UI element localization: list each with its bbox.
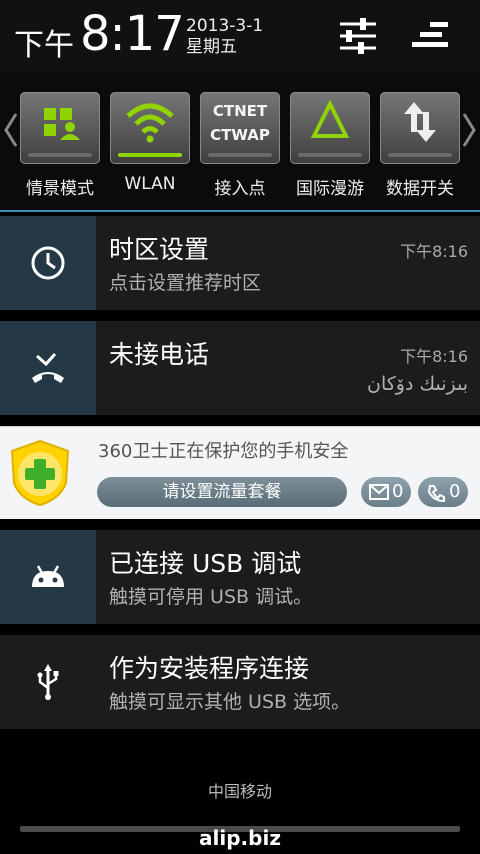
toggle-label-roaming: 国际漫游 [296, 179, 364, 199]
apn-line2: CTWAP [210, 126, 270, 144]
notification-time: 下午8:16 [400, 242, 468, 261]
toggle-apn[interactable]: CTNET CTWAP [200, 92, 280, 164]
notification-missed-call[interactable]: 未接电话 بىزنىك دۆكان 下午8:16 [0, 321, 480, 415]
notification-usb-installer[interactable]: 作为安装程序连接 触摸可显示其他 USB 选项。 [0, 635, 480, 729]
security-title: 360卫士正在保护您的手机安全 [98, 441, 349, 462]
quick-toggles: 情景模式 WLAN CTNET CTWAP 接入点 国际漫游 数据开关 [0, 72, 480, 212]
toggle-wlan[interactable] [110, 92, 190, 164]
carrier-label: 中国移动 [207, 782, 272, 801]
toggle-profile-mode[interactable] [20, 92, 100, 164]
notification-subtitle: بىزنىك دۆكان [366, 373, 468, 395]
missed-call-icon [32, 352, 64, 383]
notification-time: 下午8:16 [400, 347, 468, 366]
toggle-label-data: 数据开关 [386, 179, 454, 199]
notification-title: 未接电话 [109, 340, 210, 369]
settings-sliders-button[interactable] [338, 16, 378, 56]
call-count: 0 [449, 481, 461, 502]
notification-usb-debugging[interactable]: 已连接 USB 调试 触摸可停用 USB 调试。 [0, 530, 480, 624]
notification-title: 已连接 USB 调试 [109, 549, 302, 578]
usb-icon [37, 664, 59, 700]
android-icon [32, 565, 64, 587]
notification-title: 时区设置 [109, 235, 210, 264]
call-count-badge[interactable]: 0 [418, 477, 468, 507]
date-text: 2013-3-1 [186, 16, 264, 36]
notification-subtitle: 触摸可停用 USB 调试。 [109, 586, 313, 608]
scroll-left-icon[interactable] [4, 112, 18, 148]
notification-subtitle: 触摸可显示其他 USB 选项。 [109, 691, 351, 713]
notification-360-security[interactable]: 360卫士正在保护您的手机安全 请设置流量套餐 0 0 [0, 426, 480, 519]
separator-line [0, 210, 480, 212]
clear-notifications-button[interactable] [408, 20, 452, 52]
toggle-label-profile: 情景模式 [26, 179, 94, 199]
set-data-plan-button[interactable]: 请设置流量套餐 [97, 477, 347, 507]
sms-icon [369, 484, 389, 500]
scroll-right-icon[interactable] [462, 112, 476, 148]
sms-count: 0 [392, 481, 404, 502]
weekday-text: 星期五 [186, 37, 237, 57]
phone-icon [427, 485, 445, 502]
date-block: 2013-3-1 星期五 [186, 16, 263, 58]
toggle-roaming[interactable] [290, 92, 370, 164]
sms-count-badge[interactable]: 0 [361, 477, 411, 507]
clock-icon [31, 246, 65, 280]
toggle-label-apn: 接入点 [214, 179, 266, 199]
watermark-text: alip.biz [199, 826, 281, 850]
360-logo-icon [10, 439, 70, 507]
notification-timezone[interactable]: 时区设置 点击设置推荐时区 下午8:16 [0, 216, 480, 310]
notification-subtitle: 点击设置推荐时区 [109, 272, 262, 294]
toggle-data[interactable] [380, 92, 460, 164]
toggle-label-wlan: WLAN [124, 174, 176, 194]
apn-line1: CTNET [212, 102, 268, 120]
clear-notifications-icon [412, 22, 448, 47]
ampm-label: 下午 [14, 28, 74, 63]
status-bar: 下午 8:17 2013-3-1 星期五 [0, 0, 480, 72]
sliders-icon [340, 18, 376, 54]
notification-title: 作为安装程序连接 [109, 654, 310, 683]
clock-time: 8:17 [80, 6, 185, 62]
